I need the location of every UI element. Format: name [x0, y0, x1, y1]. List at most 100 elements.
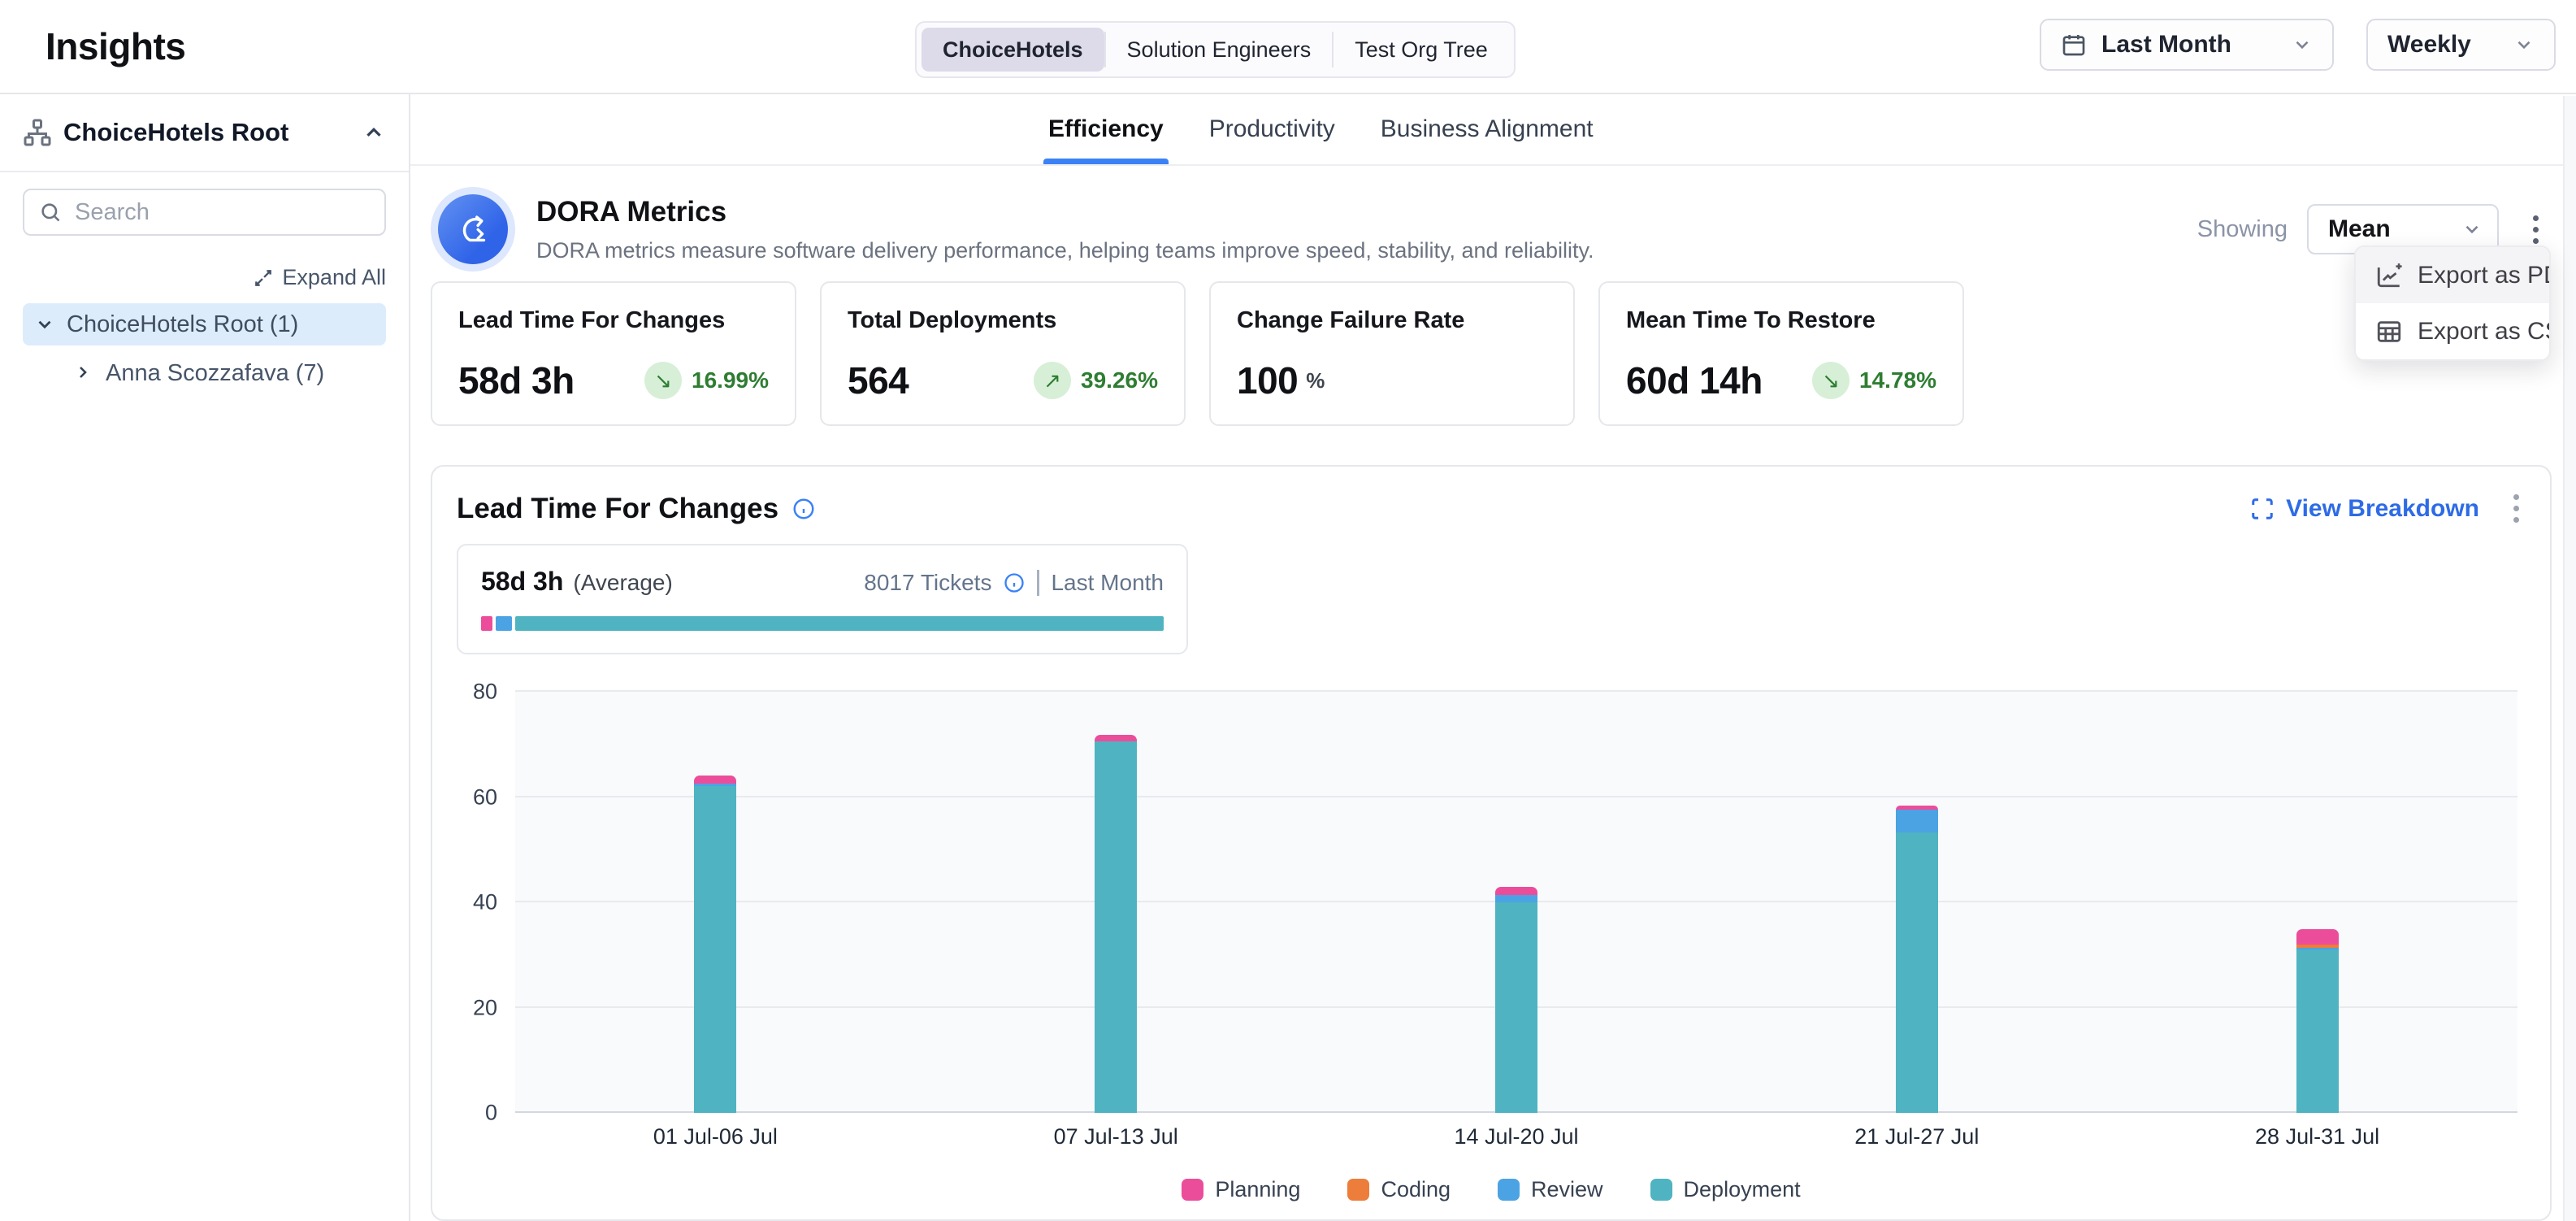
org-tab-choicehotels[interactable]: ChoiceHotels [922, 28, 1104, 72]
expand-all-icon [253, 267, 274, 289]
bar-segment-planning [694, 776, 736, 784]
legend-item-review[interactable]: Review [1498, 1177, 1603, 1202]
calendar-icon [2061, 32, 2087, 58]
summary-period-label: Last Month [1051, 570, 1164, 596]
export-menu: Export as PDF Export as CSV [2354, 246, 2551, 361]
insights-app: Insights ChoiceHotels Solution Engineers… [0, 0, 2576, 1221]
dora-title: DORA Metrics [536, 196, 1594, 228]
org-tab-test-org-tree[interactable]: Test Org Tree [1334, 28, 1509, 72]
stacked-bar-1[interactable] [694, 776, 736, 1113]
sidebar-header[interactable]: ChoiceHotels Root [0, 94, 409, 172]
search-icon [39, 201, 62, 224]
y-axis-tick-label: 80 [473, 680, 497, 705]
org-tree-icon [23, 118, 52, 147]
y-axis-tick-label: 20 [473, 995, 497, 1020]
x-axis-label: 01 Jul-06 Jul [515, 1124, 916, 1149]
info-icon[interactable] [1003, 571, 1026, 594]
card-mean-time-to-restore[interactable]: Mean Time To Restore 60d 14h ↘ 14.78% [1598, 281, 1964, 426]
x-axis-label: 14 Jul-20 Jul [1316, 1124, 1717, 1149]
export-as-pdf-menu-item[interactable]: Export as PDF [2356, 247, 2549, 303]
chevron-down-icon[interactable] [34, 314, 55, 335]
dora-icon-halo [431, 187, 515, 272]
trend-badge: ↗ 39.26% [1034, 362, 1158, 399]
legend-item-planning[interactable]: Planning [1182, 1177, 1300, 1202]
tab-productivity[interactable]: Productivity [1209, 94, 1335, 164]
average-value: 58d 3h [481, 567, 563, 597]
stacked-bar-2[interactable] [1095, 735, 1137, 1113]
legend-item-coding[interactable]: Coding [1347, 1177, 1451, 1202]
x-axis-label: 28 Jul-31 Jul [2117, 1124, 2517, 1149]
granularity-dropdown[interactable]: Weekly [2366, 19, 2556, 71]
bar-segment-deployment [1896, 832, 1938, 1113]
gridline [515, 796, 2517, 797]
org-tab-solution-engineers[interactable]: Solution Engineers [1106, 28, 1333, 72]
card-lead-time-for-changes[interactable]: Lead Time For Changes 58d 3h ↘ 16.99% [431, 281, 796, 426]
coding-swatch [1347, 1179, 1369, 1201]
stacked-bar-3[interactable] [1495, 887, 1537, 1113]
view-breakdown-button[interactable]: View Breakdown [2250, 495, 2479, 523]
export-as-csv-menu-item[interactable]: Export as CSV [2356, 303, 2549, 359]
tab-efficiency[interactable]: Efficiency [1048, 94, 1164, 164]
bar-segment-planning [2296, 929, 2339, 945]
bar-segment-deployment [1495, 902, 1537, 1113]
card-change-failure-rate[interactable]: Change Failure Rate 100 % [1209, 281, 1575, 426]
x-axis-labels: 01 Jul-06 Jul 07 Jul-13 Jul 14 Jul-20 Ju… [515, 1124, 2517, 1149]
planning-swatch [1182, 1179, 1203, 1201]
org-sidebar: ChoiceHotels Root Expan [0, 94, 410, 1221]
trend-arrow-icon: ↘ [654, 368, 672, 393]
review-swatch [1498, 1179, 1520, 1201]
stacked-bar-4[interactable] [1896, 806, 1938, 1113]
tree-item-label: ChoiceHotels Root (1) [67, 311, 298, 338]
dora-description: DORA metrics measure software delivery p… [536, 238, 1594, 263]
dora-kebab-menu-button[interactable] [2526, 209, 2545, 250]
page-title: Insights [46, 24, 185, 68]
sidebar-search[interactable] [23, 189, 386, 236]
chevron-right-icon[interactable] [73, 363, 94, 384]
expand-all-button[interactable]: Expand All [23, 265, 386, 290]
chevron-up-icon[interactable] [362, 120, 386, 145]
showing-label: Showing [2197, 216, 2288, 243]
phase-distribution-bar [481, 616, 1164, 631]
granularity-value: Weekly [2387, 31, 2471, 59]
period-value: Last Month [2101, 31, 2231, 59]
tree-item-root[interactable]: ChoiceHotels Root (1) [23, 303, 386, 345]
vertical-scrollbar[interactable] [2563, 96, 2576, 1221]
period-dropdown[interactable]: Last Month [2040, 19, 2334, 71]
top-bar: Insights ChoiceHotels Solution Engineers… [0, 0, 2576, 94]
chevron-down-icon [2513, 34, 2535, 55]
dora-titles: DORA Metrics DORA metrics measure softwa… [536, 196, 1594, 263]
chevron-down-icon [2461, 219, 2483, 240]
chevron-down-icon [2292, 34, 2313, 55]
stacked-bar-5[interactable] [2296, 929, 2339, 1113]
bar-segment-planning [1095, 735, 1137, 741]
tickets-count: 8017 Tickets [864, 570, 991, 596]
metric-value: 564 [848, 358, 909, 402]
lead-time-chart-card: Lead Time For Changes [431, 465, 2552, 1221]
trend-badge: ↘ 14.78% [1812, 362, 1936, 399]
main-content: Efficiency Productivity Business Alignme… [410, 94, 2576, 1221]
chart-legend: Planning Coding Review Deployment [457, 1177, 2526, 1202]
average-label: (Average) [573, 570, 672, 596]
bar-segment-review [1896, 810, 1938, 832]
chart-kebab-menu-button[interactable] [2507, 488, 2526, 529]
info-icon[interactable] [791, 497, 816, 521]
x-axis-label: 21 Jul-27 Jul [1716, 1124, 2117, 1149]
dora-section: DORA Metrics DORA metrics measure softwa… [410, 187, 2576, 1221]
sidebar-body: Expand All ChoiceHotels Root (1) Anna Sc… [0, 172, 409, 411]
tree-item-label: Anna Scozzafava (7) [106, 360, 324, 387]
tree-item-anna[interactable]: Anna Scozzafava (7) [23, 352, 386, 394]
dora-header: DORA Metrics DORA metrics measure softwa… [431, 187, 2552, 272]
search-input[interactable] [75, 199, 370, 226]
legend-item-deployment[interactable]: Deployment [1650, 1177, 1801, 1202]
card-total-deployments[interactable]: Total Deployments 564 ↗ 39.26% [820, 281, 1186, 426]
maximize-icon [2250, 497, 2275, 521]
bar-segment-planning [1495, 887, 1537, 895]
metric-value: 100 [1237, 358, 1298, 402]
chart-section-title: Lead Time For Changes [457, 493, 778, 525]
distribution-segment-deployment [515, 616, 1164, 631]
y-axis-tick-label: 60 [473, 784, 497, 810]
trend-arrow-icon: ↘ [1822, 368, 1840, 393]
tab-business-alignment[interactable]: Business Alignment [1381, 94, 1594, 164]
plot-area: 020406080 [515, 690, 2517, 1113]
distribution-segment-review [496, 616, 512, 631]
